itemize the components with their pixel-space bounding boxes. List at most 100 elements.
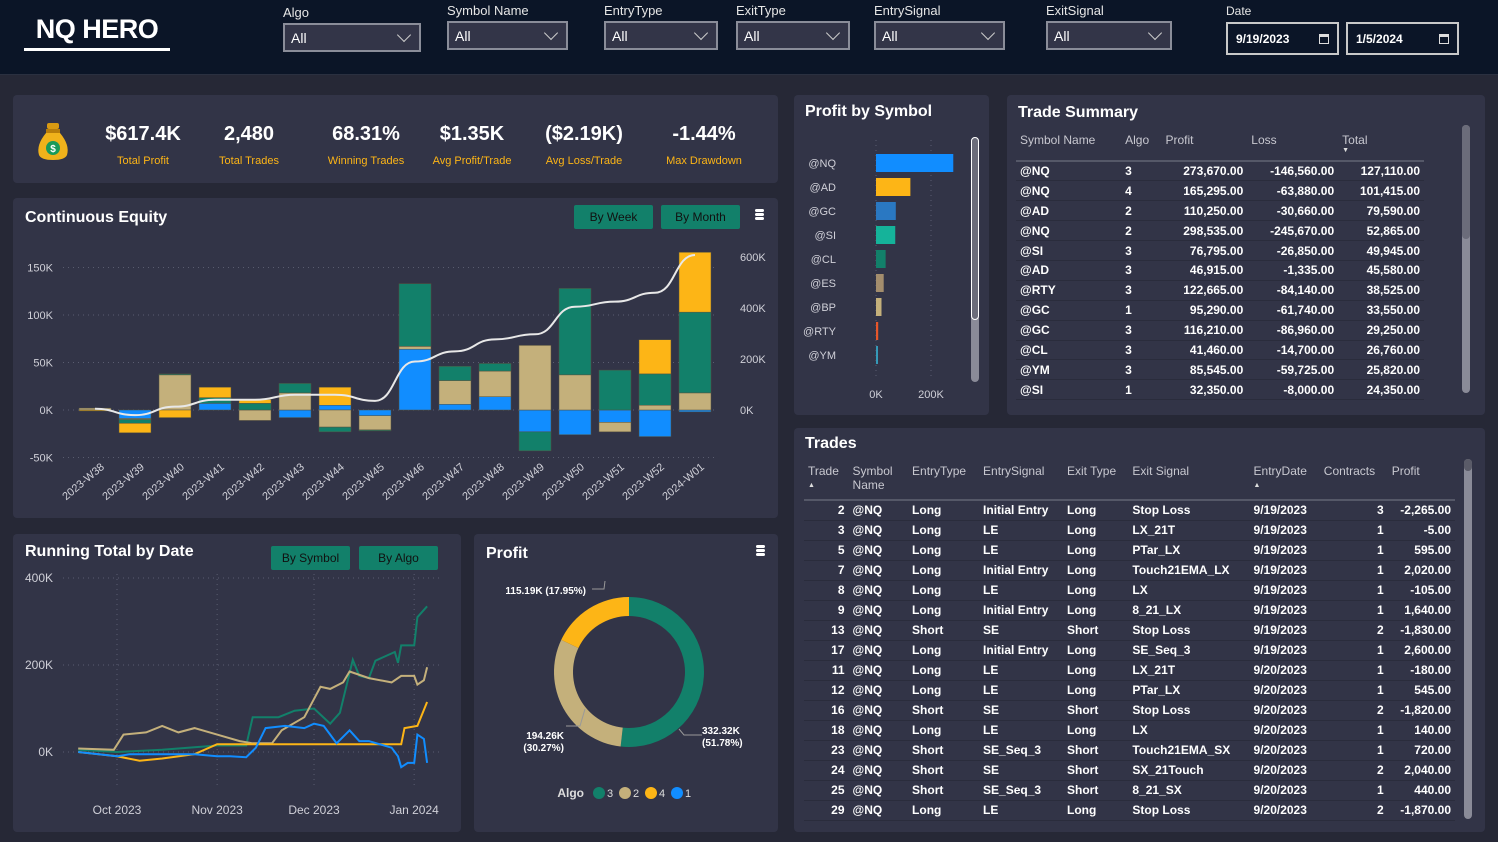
entry-type-dropdown[interactable]: All	[604, 21, 718, 50]
scrollbar-thumb[interactable]	[1464, 459, 1472, 471]
column-header-label: Symbol Name	[852, 464, 893, 492]
table-row[interactable]: @NQ 3 273,670.00 -146,560.00 127,110.00	[1016, 161, 1424, 182]
table-row[interactable]: 18 @NQ Long LE Long LX 9/20/2023 1 140.00	[804, 720, 1455, 741]
bar-segment-algo3	[318, 426, 352, 433]
scrollbar[interactable]	[971, 137, 979, 382]
kpi-value: $1.35K	[439, 123, 505, 145]
y-tick-label: 200K	[25, 658, 53, 672]
column-header[interactable]: EntryDate ▲	[1249, 462, 1320, 501]
calendar-icon[interactable]	[1439, 33, 1449, 44]
table-row[interactable]: @SI 1 32,350.00 -8,000.00 24,350.00	[1016, 379, 1424, 401]
table-cell: 1	[1319, 740, 1388, 761]
symbol-name-dropdown[interactable]: All	[447, 21, 568, 50]
table-row[interactable]: 11 @NQ Long LE Long LX_21T 9/20/2023 1 -180.00	[804, 660, 1455, 681]
table-row[interactable]: 23 @NQ Short SE_Seq_3 Short Touch21EMA_SX 9/20…	[804, 740, 1455, 761]
column-header[interactable]: Trade ▲	[804, 462, 849, 501]
column-header[interactable]: Profit	[1387, 462, 1455, 501]
column-header[interactable]: Total ▼	[1338, 131, 1424, 162]
table-row[interactable]: 7 @NQ Long Initial Entry Long Touch21EMA_LX 9/…	[804, 560, 1455, 581]
exit-type-dropdown[interactable]: All	[736, 21, 850, 50]
table-row[interactable]: @AD 3 46,915.00 -1,335.00 45,580.00	[1016, 260, 1424, 281]
table-cell: Short	[1063, 620, 1129, 641]
table-cell: SE_Seq_3	[979, 740, 1063, 761]
table-row[interactable]: @NQ 4 165,295.00 -63,880.00 101,415.00	[1016, 180, 1424, 202]
table-cell: Long	[1063, 720, 1129, 741]
table-cell: 3	[1121, 320, 1162, 341]
column-header[interactable]: Contracts	[1319, 462, 1388, 501]
column-header-label: EntryDate	[1253, 464, 1307, 478]
table-row[interactable]: 25 @NQ Short SE_Seq_3 Short 8_21_SX 9/20/2023 1…	[804, 780, 1455, 801]
table-row[interactable]: @SI 3 76,795.00 -26,850.00 49,945.00	[1016, 240, 1424, 261]
x-tick-label: 2023-W39	[100, 461, 147, 503]
table-cell: Stop Loss	[1128, 620, 1250, 641]
bar-segment-algo3	[638, 373, 672, 406]
table-cell: LE	[979, 580, 1063, 601]
table-row[interactable]: @GC 3 116,210.00 -86,960.00 29,250.00	[1016, 320, 1424, 341]
table-row[interactable]: 5 @NQ Long LE Long PTar_LX 9/19/2023 1 595.00	[804, 540, 1455, 561]
table-cell: Short	[908, 700, 980, 721]
table-cell: 26,760.00	[1338, 340, 1424, 361]
column-header[interactable]: Symbol Name	[848, 462, 909, 501]
bar-segment-algo2	[398, 346, 432, 350]
table-row[interactable]: 24 @NQ Short SE Short SX_21Touch 9/20/2023 2 2,0…	[804, 760, 1455, 781]
table-cell: -30,660.00	[1247, 200, 1339, 222]
table-row[interactable]: 3 @NQ Long LE Long LX_21T 9/19/2023 1 -5.00	[804, 520, 1455, 541]
entry-signal-dropdown[interactable]: All	[874, 21, 1005, 50]
table-cell: 76,795.00	[1161, 240, 1248, 261]
end-date-input[interactable]: 1/5/2024	[1346, 22, 1459, 55]
table-cell: Initial Entry	[979, 500, 1063, 521]
table-row[interactable]: @GC 1 95,290.00 -61,740.00 33,550.00	[1016, 300, 1424, 321]
scrollbar-thumb[interactable]	[1462, 125, 1470, 239]
x-tick-label: Oct 2023	[93, 803, 142, 817]
column-header[interactable]: Profit	[1161, 131, 1248, 162]
filter-label: Symbol Name	[447, 3, 529, 18]
table-cell: 9/20/2023	[1249, 680, 1320, 701]
table-row[interactable]: @RTY 3 122,665.00 -84,140.00 38,525.00	[1016, 280, 1424, 301]
table-row[interactable]: 16 @NQ Short SE Short Stop Loss 9/20/2023 2 -1,8…	[804, 700, 1455, 721]
scrollbar[interactable]	[1462, 125, 1470, 393]
exit-signal-dropdown[interactable]: All	[1046, 21, 1172, 50]
column-header[interactable]: EntryType	[908, 462, 980, 501]
table-cell: 2	[1319, 800, 1388, 821]
table-row[interactable]: 12 @NQ Long LE Long PTar_LX 9/20/2023 1 545.00	[804, 680, 1455, 701]
table-row[interactable]: @YM 3 85,545.00 -59,725.00 25,820.00	[1016, 359, 1424, 381]
table-cell: Touch21EMA_LX	[1128, 560, 1250, 581]
table-cell: Long	[1063, 680, 1129, 701]
table-row[interactable]: @NQ 2 298,535.00 -245,670.00 52,865.00	[1016, 220, 1424, 242]
scrollbar[interactable]	[1464, 459, 1472, 819]
bar-segment-algo3	[518, 431, 552, 452]
scrollbar-thumb[interactable]	[971, 137, 979, 320]
table-row[interactable]: @CL 3 41,460.00 -14,700.00 26,760.00	[1016, 340, 1424, 361]
table-row[interactable]: 13 @NQ Short SE Short Stop Loss 9/19/2023 2 -1,8…	[804, 620, 1455, 641]
x-tick-label: 2023-W48	[460, 461, 507, 503]
table-cell: @SI	[1016, 379, 1122, 401]
table-cell: 2,600.00	[1387, 640, 1455, 661]
table-cell: LX	[1128, 580, 1250, 601]
table-row[interactable]: 17 @NQ Long Initial Entry Long SE_Seq_3 9/19/2…	[804, 640, 1455, 661]
start-date-input[interactable]: 9/19/2023	[1226, 22, 1339, 55]
column-header[interactable]: Symbol Name	[1016, 131, 1122, 162]
table-cell: -61,740.00	[1247, 300, 1339, 321]
bar-segment-algo4	[158, 409, 192, 418]
table-row[interactable]: 9 @NQ Long Initial Entry Long 8_21_LX 9/19/202…	[804, 600, 1455, 621]
x-tick-label: 2023-W45	[340, 461, 387, 503]
dropdown-value: All	[744, 27, 760, 44]
column-header[interactable]: EntrySignal	[979, 462, 1063, 501]
column-header[interactable]: Algo	[1121, 131, 1162, 162]
table-row[interactable]: 29 @NQ Long LE Long Stop Loss 9/20/2023 2 -1,870…	[804, 800, 1455, 821]
table-row[interactable]: 2 @NQ Long Initial Entry Long Stop Loss 9/19/2…	[804, 500, 1455, 521]
column-header-label: EntryType	[912, 464, 967, 478]
algo-dropdown[interactable]: All	[283, 23, 421, 52]
table-row[interactable]: @AD 2 110,250.00 -30,660.00 79,590.00	[1016, 200, 1424, 222]
column-header[interactable]: Exit Type	[1063, 462, 1129, 501]
table-cell: -5.00	[1387, 520, 1455, 541]
column-header[interactable]: Exit Signal	[1128, 462, 1250, 501]
table-cell: 595.00	[1387, 540, 1455, 561]
filter-label: ExitSignal	[1046, 3, 1104, 18]
calendar-icon[interactable]	[1319, 33, 1329, 44]
table-cell: 25	[804, 780, 849, 801]
table-row[interactable]: 8 @NQ Long LE Long LX 9/19/2023 1 -105.00	[804, 580, 1455, 601]
chevron-down-icon	[396, 27, 412, 42]
column-header[interactable]: Loss	[1247, 131, 1339, 162]
table-cell: -84,140.00	[1247, 280, 1339, 301]
